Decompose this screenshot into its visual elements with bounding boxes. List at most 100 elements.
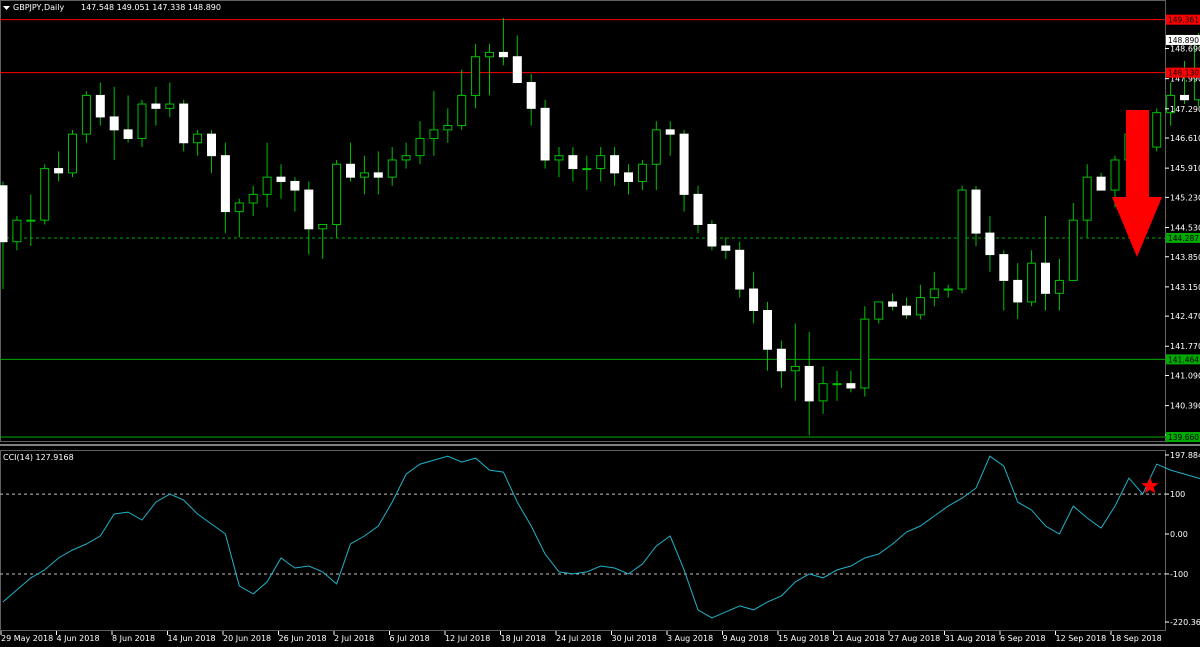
price-tick-label: 144.530 [1170,224,1200,233]
cci-tick-label: -220.3629 [1170,618,1200,627]
candle-body [999,254,1009,281]
current-price-label: 148.890 [1168,36,1199,45]
candle-body [665,129,675,135]
date-tick-label: 18 Sep 2018 [1111,634,1162,643]
candle-body [165,103,175,109]
candle-body [624,172,633,182]
candle-body [40,168,50,221]
candle-body [902,305,911,316]
candle-body [81,94,91,135]
candle-body [207,133,216,157]
candle-body [387,159,397,178]
candle-body [262,176,272,195]
price-tick-label: 141.770 [1170,342,1200,351]
candle-body [874,301,884,320]
candle-body [12,219,22,243]
candle-body [804,365,814,402]
candle-body [95,94,105,118]
candle-body [1096,176,1106,191]
candle-body [123,129,133,139]
candle-body [749,288,759,312]
date-tick-label: 9 Aug 2018 [723,634,769,643]
candle-body [735,249,745,290]
candle-body [1110,159,1120,191]
candle-body [318,223,328,230]
date-tick-label: 14 Jun 2018 [168,634,216,643]
candle-body [526,82,536,109]
level-tag-label: 141.464 [1168,355,1199,364]
candle-body [596,155,606,170]
candle-body [498,51,508,58]
ohlc-values: 147.548 149.051 147.338 148.890 [81,3,221,12]
candle-body [610,155,620,174]
candle-body [846,383,856,389]
cci-tick-label: -100 [1170,570,1188,579]
candle-body [373,172,383,178]
candle-body [679,133,689,195]
candle-body [179,103,189,144]
date-tick-label: 24 Jul 2018 [556,634,601,643]
candle-body [1013,279,1023,303]
price-tick-label: 145.910 [1170,164,1200,173]
price-tick-label: 145.230 [1170,193,1200,202]
cci-tick-label: 100 [1170,490,1185,499]
candle-body [943,288,953,291]
cci-title: CCI(14) 127.9168 [3,453,74,462]
date-tick-label: 29 May 2018 [1,634,53,643]
cci-tick-label: 197.8846 [1170,451,1200,460]
candle-body [512,56,522,84]
price-tick-label: 147.290 [1170,105,1200,114]
date-tick-label: 27 Aug 2018 [889,634,940,643]
candle-body [1180,94,1189,101]
candle-body [1041,262,1050,294]
candle-body [151,103,161,109]
candle-body [54,168,64,174]
date-tick-label: 20 Jun 2018 [223,634,271,643]
date-tick-label: 6 Sep 2018 [1000,634,1046,643]
candle-body [276,176,286,182]
candle-body [582,168,592,171]
candle-body [651,129,661,165]
candle-body [693,193,703,225]
price-tick-label: 148.690 [1170,45,1200,54]
price-tick-label: 143.150 [1170,283,1200,292]
candle-body [915,297,925,316]
candle-body [290,180,300,191]
candle-body [415,137,425,157]
candle-body [359,172,369,178]
price-tick-label: 143.850 [1170,253,1200,262]
candle-body [971,189,981,234]
candle-body [137,103,147,139]
date-tick-label: 6 Jul 2018 [390,634,430,643]
candle-body [485,51,494,58]
price-tick-label: 142.470 [1170,312,1200,321]
candle-body [457,94,467,127]
cci-tick-label: 0.00 [1170,530,1188,539]
candle-body [1068,219,1078,281]
date-tick-label: 21 Aug 2018 [834,634,885,643]
candle-body [818,383,828,402]
candle-body [929,288,939,299]
candle-body [401,155,411,161]
candle-body [568,155,578,170]
date-tick-label: 8 Jun 2018 [112,634,155,643]
candle-body [790,365,800,372]
candle-body [304,189,314,230]
candle-body [1027,262,1037,303]
candle-body [985,232,995,256]
level-tag-label: 139.660 [1168,433,1199,442]
level-tag-label: 144.287 [1168,234,1199,243]
candle-body [1152,112,1162,148]
candle-body [554,155,564,161]
price-tick-label: 140.390 [1170,402,1200,411]
candle-body [763,310,772,350]
candle-body [540,107,550,161]
date-tick-label: 4 Jun 2018 [57,634,100,643]
date-tick-label: 26 Jun 2018 [279,634,327,643]
chart-canvas: 148.690147.990147.290146.610145.910145.2… [0,0,1200,647]
date-tick-label: 12 Jul 2018 [445,634,490,643]
candle-body [860,318,870,389]
date-tick-label: 15 Aug 2018 [778,634,829,643]
arrow-shaft [1126,110,1149,198]
candle-body [68,133,77,174]
